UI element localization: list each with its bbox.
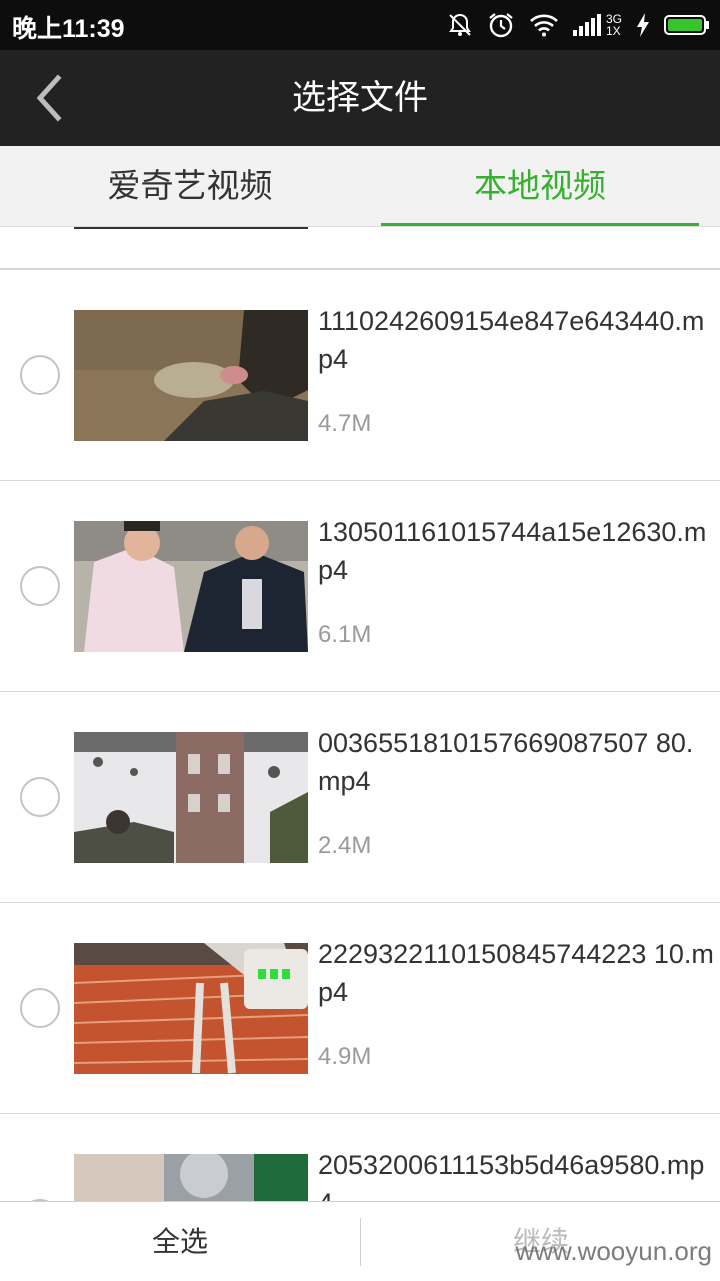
battery-icon [664,14,710,36]
list-item[interactable]: 2229322110150845744223 10.mp4 4.9M [0,903,720,1115]
active-tab-indicator [381,223,699,226]
video-thumbnail [74,943,308,1074]
select-radio[interactable] [20,355,60,395]
file-name: 1110242609154e847e643440.mp4 [318,306,705,374]
list-item[interactable]: 1110242609154e847e643440.mp4 4.7M [0,270,720,482]
file-size: 6.1M [318,621,372,648]
video-thumbnail [74,732,308,863]
tab-local-video-label: 本地视频 [474,166,606,205]
charging-icon [636,13,650,37]
network-type: 3G 1X [605,12,622,38]
list-item[interactable]: 2053200611153b5d46a9580.mp4 [0,1114,720,1201]
video-thumbnail [74,227,308,229]
select-all-button[interactable]: 全选 [0,1202,360,1281]
tab-iqiyi-video[interactable]: 爱奇艺视频 [70,146,310,226]
status-time: 晚上11:39 [12,15,125,43]
file-name: 130501161015744a15e12630.mp4 [318,517,707,585]
watermark: www.wooyun.org [515,1236,712,1266]
signal-icon: 3G 1X [572,12,622,38]
video-thumbnail [74,521,308,652]
file-size: 4.7M [318,410,372,437]
file-name: 2229322110150845744223 10.mp4 [318,939,714,1007]
status-bar: 晚上11:39 3G 1X [0,0,720,50]
muted-bell-icon [447,12,473,38]
video-list[interactable]: 1110242609154e847e643440.mp4 4.7M 130501… [0,227,720,1201]
page-title: 选择文件 [292,78,428,118]
select-radio[interactable] [20,777,60,817]
file-size: 4.9M [318,1043,372,1070]
file-name: 0036551810157669087507 80.mp4 [318,728,694,796]
file-size: 2.4M [318,832,372,859]
list-item-partial [0,227,720,270]
video-thumbnail [74,310,308,441]
title-bar: 选择文件 [0,50,720,146]
select-radio[interactable] [20,988,60,1028]
bottom-action-bar: 全选 继续 www.wooyun.org [0,1201,720,1281]
list-item[interactable]: 130501161015744a15e12630.mp4 6.1M [0,481,720,693]
tab-local-video[interactable]: 本地视频 [381,146,699,226]
alarm-icon [487,11,515,39]
wifi-icon [529,13,559,37]
video-thumbnail [74,1154,308,1201]
list-item[interactable]: 0036551810157669087507 80.mp4 2.4M [0,692,720,904]
status-icons: 3G 1X [447,8,710,42]
file-name: 2053200611153b5d46a9580.mp4 [318,1150,705,1201]
tab-bar: 爱奇艺视频 本地视频 [0,146,720,227]
select-radio[interactable] [20,566,60,606]
